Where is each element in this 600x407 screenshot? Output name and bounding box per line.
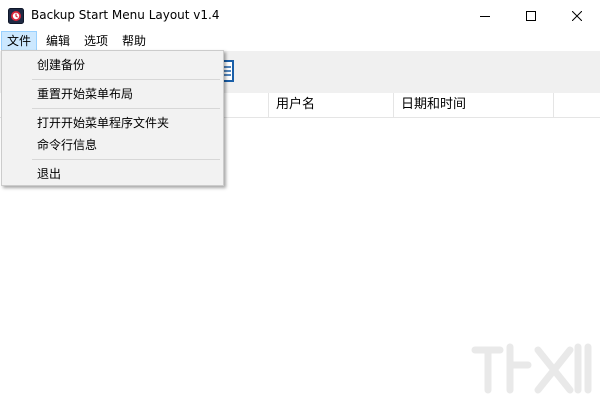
app-window: Backup Start Menu Layout v1.4 文件 编辑 选项 帮… [0,0,600,407]
menu-divider [32,159,220,160]
title-bar[interactable]: Backup Start Menu Layout v1.4 [0,0,600,31]
minimize-button[interactable] [462,0,508,31]
maximize-button[interactable] [508,0,554,31]
app-icon [8,8,24,24]
column-header-username[interactable]: 用户名 [269,93,393,117]
watermark-logo [470,335,595,405]
menu-item-open-programs-folder[interactable]: 打开开始菜单程序文件夹 [4,112,221,134]
menu-divider [32,79,220,80]
menu-item-reset-layout[interactable]: 重置开始菜单布局 [4,83,221,105]
minimize-icon [480,11,490,21]
column-separator[interactable] [553,93,554,117]
window-title: Backup Start Menu Layout v1.4 [31,8,220,22]
maximize-icon [526,10,536,21]
file-menu-dropdown: 创建备份 重置开始菜单布局 打开开始菜单程序文件夹 命令行信息 退出 [1,50,224,186]
menu-item-create-backup[interactable]: 创建备份 [4,54,221,76]
menu-edit[interactable]: 编辑 [41,31,75,51]
menu-file[interactable]: 文件 [1,31,37,51]
menu-options[interactable]: 选项 [79,31,113,51]
column-header-datetime[interactable]: 日期和时间 [394,93,553,117]
menu-divider [32,108,220,109]
close-icon [572,10,582,21]
menu-bar: 文件 编辑 选项 帮助 [0,31,600,51]
menu-help[interactable]: 帮助 [117,31,151,51]
close-button[interactable] [554,0,600,31]
menu-item-command-line-info[interactable]: 命令行信息 [4,134,221,156]
menu-item-exit[interactable]: 退出 [4,163,221,185]
